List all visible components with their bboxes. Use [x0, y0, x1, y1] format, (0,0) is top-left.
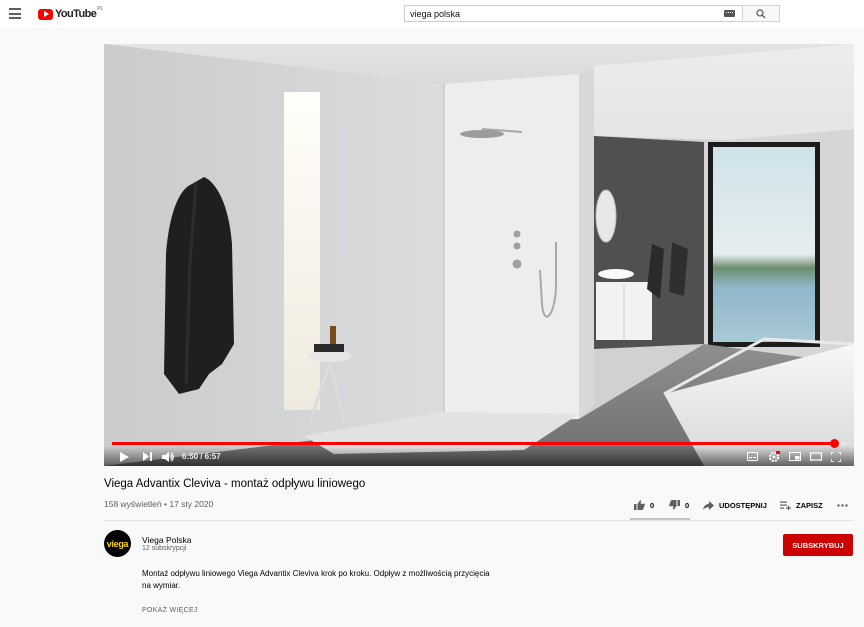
- share-button[interactable]: UDOSTĘPNIJ: [703, 497, 767, 513]
- save-button[interactable]: ZAPISZ: [780, 497, 823, 513]
- fullscreen-icon: [831, 451, 841, 462]
- show-more-button[interactable]: POKAŻ WIĘCEJ: [142, 607, 198, 614]
- thumbs-up-icon: [634, 500, 645, 510]
- dislike-count: 0: [685, 500, 690, 510]
- volume-button[interactable]: [162, 451, 174, 462]
- search-button[interactable]: [742, 5, 780, 22]
- like-button[interactable]: 0: [634, 497, 654, 513]
- theater-icon: [810, 452, 822, 461]
- video-description: Montaż odpływu liniowego Viega Advantix …: [142, 568, 522, 592]
- video-title: Viega Advantix Cleviva - montaż odpływu …: [104, 478, 366, 490]
- youtube-logo[interactable]: YouTube PL: [38, 6, 104, 21]
- progress-bar[interactable]: [112, 439, 846, 448]
- subscribe-button[interactable]: SUBSKRYBUJ: [783, 534, 853, 556]
- dislike-button[interactable]: 0: [669, 497, 689, 513]
- divider: [104, 520, 854, 521]
- share-icon: [703, 500, 714, 510]
- progress-fill: [112, 442, 834, 445]
- more-horizontal-icon: [837, 503, 848, 507]
- subscriber-count: 12 subskrypcji: [142, 545, 187, 552]
- fullscreen-button[interactable]: [831, 451, 841, 462]
- view-count-date: 158 wyświetleń • 17 sty 2020: [104, 499, 214, 509]
- description-line: na wymiar.: [142, 581, 181, 590]
- like-count: 0: [650, 500, 655, 510]
- next-icon: [143, 452, 152, 461]
- gear-icon: [768, 450, 780, 462]
- miniplayer-icon: [789, 452, 801, 461]
- logo-text: YouTube: [55, 8, 97, 20]
- thumbs-down-icon: [669, 500, 680, 510]
- search-box: [404, 5, 780, 22]
- channel-name[interactable]: Viega Polska: [142, 535, 191, 545]
- play-icon: [120, 451, 129, 462]
- search-icon: [756, 8, 766, 18]
- theater-mode-button[interactable]: [810, 451, 822, 462]
- subtitles-button[interactable]: [747, 451, 758, 462]
- avatar-logo-text: viega: [106, 538, 129, 549]
- search-input[interactable]: [404, 5, 742, 22]
- play-logo-icon: [38, 8, 53, 20]
- description-line: Montaż odpływu liniowego Viega Advantix …: [142, 569, 490, 578]
- miniplayer-button[interactable]: [789, 451, 801, 462]
- play-button[interactable]: [120, 451, 129, 462]
- channel-avatar[interactable]: viega: [104, 530, 131, 557]
- playlist-add-icon: [780, 501, 791, 510]
- keyboard-icon[interactable]: [724, 10, 735, 17]
- time-display: 6:50 / 6:57: [182, 452, 221, 461]
- menu-icon[interactable]: [9, 8, 21, 19]
- save-label: ZAPISZ: [796, 500, 823, 510]
- logo-region: PL: [97, 6, 104, 12]
- next-button[interactable]: [143, 451, 152, 462]
- video-frame: [104, 44, 854, 466]
- settings-button[interactable]: [768, 450, 780, 462]
- more-actions-button[interactable]: [837, 497, 848, 513]
- volume-icon: [162, 451, 174, 462]
- video-player[interactable]: 6:50 / 6:57: [104, 44, 854, 466]
- player-controls: 6:50 / 6:57: [104, 446, 854, 466]
- share-label: UDOSTĘPNIJ: [719, 500, 767, 510]
- subtitles-icon: [747, 452, 758, 461]
- masthead: YouTube PL: [0, 0, 864, 28]
